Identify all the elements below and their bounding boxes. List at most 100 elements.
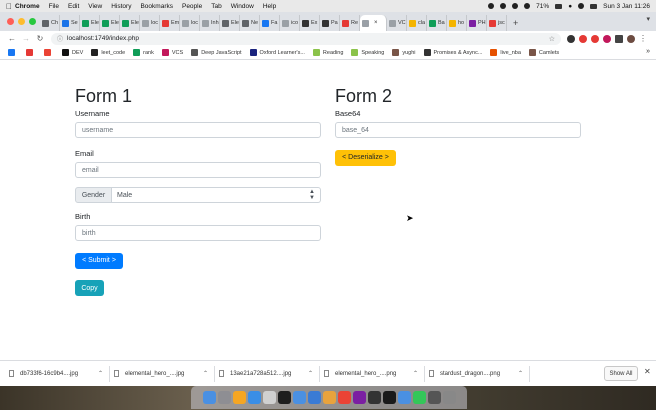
tab[interactable]: Ba <box>427 15 447 31</box>
download-item[interactable]: db733f6-16c9b4....jpg ⌃ <box>6 365 110 382</box>
tab[interactable]: ico <box>280 15 300 31</box>
status-icon[interactable] <box>500 3 507 9</box>
birth-input[interactable]: birth <box>75 225 321 241</box>
submit-button[interactable]: < Submit > <box>75 252 123 269</box>
zoom-window-button[interactable] <box>29 18 36 25</box>
menubar-clock[interactable]: Sun 3 Jan 11:26 <box>603 3 650 10</box>
address-bar[interactable]: ⓘ localhost:1749/index.php ☆ <box>51 32 561 45</box>
tab[interactable]: Ele <box>100 15 120 31</box>
download-options-icon[interactable]: ⌃ <box>518 370 523 377</box>
minimize-window-button[interactable] <box>18 18 25 25</box>
download-item[interactable]: 13ae21a728a512....jpg ⌃ <box>216 365 320 382</box>
forward-icon[interactable]: → <box>19 34 33 43</box>
tab[interactable]: Ne <box>240 15 260 31</box>
wifi-icon[interactable]: ● <box>568 3 572 10</box>
menu-history[interactable]: History <box>111 3 131 10</box>
bookmark-item[interactable]: VCS <box>161 49 183 56</box>
tab-search-icon[interactable]: ▾ <box>646 15 650 23</box>
back-icon[interactable]: ← <box>5 34 19 43</box>
bookmark-item[interactable]: Camlets <box>528 49 559 56</box>
bookmark-item[interactable]: yughi <box>392 49 416 56</box>
reload-icon[interactable]: ↻ <box>33 34 47 43</box>
search-icon[interactable] <box>578 3 585 9</box>
dock-app-icon[interactable] <box>367 391 381 404</box>
download-item[interactable]: elemental_hero_....png ⌃ <box>321 365 425 382</box>
bookmark-item[interactable]: DEV <box>62 49 83 56</box>
download-options-icon[interactable]: ⌃ <box>203 370 208 377</box>
battery-icon[interactable] <box>555 3 563 9</box>
tab[interactable]: Fa <box>260 15 280 31</box>
tab[interactable]: Ele <box>80 15 100 31</box>
tab[interactable]: Em <box>160 15 180 31</box>
menu-window[interactable]: Window <box>231 3 254 10</box>
tab[interactable]: Ex <box>300 15 320 31</box>
download-options-icon[interactable]: ⌃ <box>308 370 313 377</box>
dock-app-icon[interactable] <box>307 391 321 404</box>
close-tab-icon[interactable]: × <box>374 20 378 26</box>
menu-edit[interactable]: Edit <box>68 3 79 10</box>
new-tab-button[interactable]: + <box>513 15 518 31</box>
tab[interactable]: Ele <box>120 15 140 31</box>
gender-select[interactable]: Male ▲ ▼ <box>112 187 321 203</box>
extensions-puzzle-icon[interactable] <box>615 34 623 43</box>
dock-app-icon[interactable] <box>292 391 306 404</box>
dock-app-icon[interactable] <box>262 391 276 404</box>
download-options-icon[interactable]: ⌃ <box>413 370 418 377</box>
menu-bookmarks[interactable]: Bookmarks <box>140 3 173 10</box>
tab[interactable]: loc <box>140 15 160 31</box>
status-icon[interactable] <box>524 3 531 9</box>
control-center-icon[interactable] <box>590 3 598 9</box>
tab[interactable]: Se <box>60 15 80 31</box>
tab[interactable]: jsc <box>487 15 507 31</box>
copy-button[interactable]: Copy <box>75 280 104 296</box>
menu-kebab-icon[interactable]: ⋮ <box>639 34 647 43</box>
site-info-icon[interactable]: ⓘ <box>57 34 63 43</box>
menu-file[interactable]: File <box>49 3 59 10</box>
bookmark-item[interactable] <box>44 49 54 56</box>
dock-app-icon[interactable] <box>337 391 351 404</box>
tab[interactable]: PH <box>467 15 487 31</box>
status-icon[interactable] <box>512 3 519 9</box>
base64-input[interactable]: base_64 <box>335 122 581 138</box>
download-options-icon[interactable]: ⌃ <box>98 370 103 377</box>
close-window-button[interactable] <box>7 18 14 25</box>
dock-app-icon[interactable] <box>382 391 396 404</box>
extension-icon[interactable] <box>603 34 611 43</box>
close-shelf-icon[interactable]: ✕ <box>644 367 651 376</box>
dock-app-icon[interactable] <box>427 391 441 404</box>
tab[interactable]: cla <box>407 15 427 31</box>
tab-active[interactable]: × <box>360 15 387 31</box>
bookmark-item[interactable]: rank <box>133 49 154 56</box>
battery-percent[interactable]: 71% <box>536 3 549 10</box>
dock-app-icon[interactable] <box>397 391 411 404</box>
bookmark-item[interactable]: Reading <box>312 49 343 56</box>
tab[interactable]: Ele <box>220 15 240 31</box>
menu-view[interactable]: View <box>88 3 102 10</box>
bookmark-item[interactable] <box>8 49 18 56</box>
tab[interactable]: Ch <box>40 15 60 31</box>
tab[interactable]: VC <box>387 15 407 31</box>
dock-app-icon[interactable] <box>322 391 336 404</box>
dock-app-icon[interactable] <box>277 391 291 404</box>
dock-app-icon[interactable] <box>412 391 426 404</box>
avatar[interactable] <box>627 34 635 43</box>
bookmark-item[interactable]: live_nba <box>490 49 521 56</box>
tab[interactable]: Re <box>340 15 360 31</box>
bookmark-star-icon[interactable]: ☆ <box>549 35 555 43</box>
extension-icon[interactable] <box>591 34 599 43</box>
tab[interactable]: Inh <box>200 15 220 31</box>
dock-app-icon[interactable] <box>217 391 231 404</box>
show-all-downloads-button[interactable]: Show All <box>604 366 638 381</box>
menu-people[interactable]: People <box>182 3 202 10</box>
dock-app-icon[interactable] <box>442 391 456 404</box>
download-item[interactable]: stardust_dragon....png ⌃ <box>426 365 530 382</box>
extension-icon[interactable] <box>579 34 587 43</box>
bookmark-item[interactable] <box>26 49 36 56</box>
menu-tab[interactable]: Tab <box>211 3 221 10</box>
apple-icon[interactable]:  <box>6 2 15 11</box>
dock-app-icon[interactable] <box>202 391 216 404</box>
bookmark-item[interactable]: Promises & Async... <box>423 49 482 56</box>
status-icon[interactable] <box>488 3 495 9</box>
dock-app-icon[interactable] <box>232 391 246 404</box>
menu-help[interactable]: Help <box>263 3 276 10</box>
